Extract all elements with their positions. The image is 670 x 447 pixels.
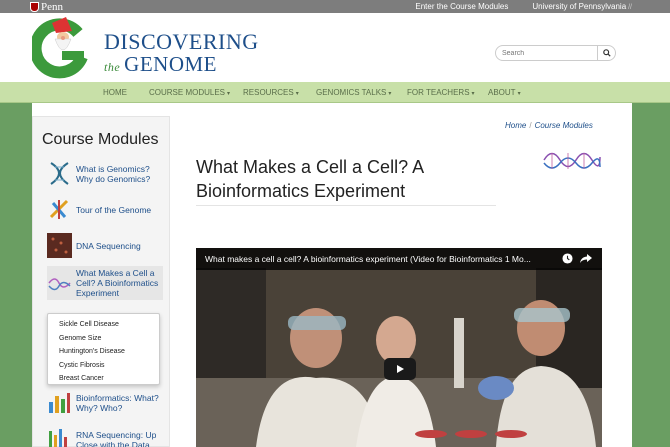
breadcrumb-home[interactable]: Home (505, 121, 526, 130)
page-title: What Makes a Cell a Cell? A Bioinformati… (196, 157, 424, 201)
search-input[interactable] (502, 47, 596, 59)
nav-for-teachers[interactable]: FOR TEACHERS ▾ (407, 82, 475, 103)
nav-genomics-talks-label: GENOMICS TALKS (316, 88, 387, 97)
nav-course-modules[interactable]: COURSE MODULES ▾ (149, 82, 230, 103)
external-arrow-icon: // (626, 4, 632, 11)
video-frame-image (196, 248, 602, 447)
module-what-makes-a-cell[interactable]: What Makes a Cell a Cell? A Bioinformati… (47, 266, 163, 300)
site-header: DISCOVERING the GENOME (0, 13, 670, 82)
nav-resources[interactable]: RESOURCES ▾ (243, 82, 299, 103)
module-submenu: Sickle Cell Disease Genome Size Huntingt… (47, 313, 160, 385)
caret-down-icon: ▾ (471, 91, 475, 97)
breadcrumb-current[interactable]: Course Modules (535, 121, 593, 130)
chromosome-icon (49, 199, 69, 219)
module-label: Tour of the Genome (76, 204, 152, 215)
course-modules-sidebar: Course Modules What is Genomics? Why do … (32, 116, 170, 447)
enter-course-modules-link[interactable]: Enter the Course Modules (415, 2, 508, 11)
search-box (495, 45, 616, 61)
video-play-button[interactable] (384, 358, 416, 380)
main-nav: HOME COURSE MODULES ▾ RESOURCES ▾ GENOMICS… (0, 82, 670, 103)
penn-logo[interactable]: Penn (30, 0, 63, 13)
module-label: What is Genomics? Why do Genomics? (76, 163, 151, 184)
nav-about[interactable]: ABOUT ▾ (488, 82, 521, 103)
bioinformatics-chart-icon (49, 393, 70, 413)
share-arrow-icon[interactable] (580, 253, 592, 264)
brand-line2-wrap: the GENOME (104, 53, 259, 78)
university-of-pennsylvania-link[interactable]: University of Pennsylvania // (532, 2, 632, 11)
module-what-is-genomics[interactable]: What is Genomics? Why do Genomics? (47, 161, 163, 186)
penn-shield-icon (30, 1, 39, 12)
nav-resources-label: RESOURCES (243, 88, 294, 97)
caret-down-icon: ▾ (388, 91, 392, 97)
top-utility-bar: Penn Enter the Course Modules University… (0, 0, 670, 13)
nav-home-label: HOME (103, 88, 127, 97)
brand-line1: DISCOVERING (104, 29, 259, 54)
module-dna-sequencing[interactable]: DNA Sequencing (47, 233, 163, 258)
search-icon (602, 49, 611, 57)
nav-about-label: ABOUT (488, 88, 516, 97)
module-rna-sequencing[interactable]: RNA Sequencing: Up Close with the Data (47, 427, 163, 447)
breadcrumb-separator: / (529, 121, 532, 130)
submenu-item-huntingtons[interactable]: Huntington's Disease (48, 345, 159, 359)
search-button[interactable] (597, 45, 615, 61)
main-content: Course Modules What is Genomics? Why do … (32, 103, 632, 447)
play-icon (397, 365, 404, 373)
sequencing-gel-icon (47, 233, 72, 258)
nav-course-modules-label: COURSE MODULES (149, 88, 226, 97)
sidebar-title: Course Modules (42, 131, 159, 148)
watch-later-clock-icon[interactable] (562, 253, 573, 264)
brand-the: the (104, 60, 121, 74)
module-label: RNA Sequencing: Up Close with the Data (76, 429, 157, 447)
dna-helix-icon (50, 162, 69, 185)
module-label: DNA Sequencing (76, 240, 141, 251)
module-label: Bioinformatics: What? Why? Who? (76, 392, 159, 413)
top-links: Enter the Course Modules University of P… (415, 0, 632, 13)
title-divider (196, 205, 496, 206)
submenu-item-breast-cancer[interactable]: Breast Cancer (48, 372, 159, 386)
site-brand[interactable]: DISCOVERING the GENOME (104, 31, 259, 78)
video-title[interactable]: What makes a cell a cell? A bioinformati… (205, 254, 560, 264)
nav-home[interactable]: HOME (103, 82, 127, 103)
module-bioinformatics-what-why-who[interactable]: Bioinformatics: What? Why? Who? (47, 390, 163, 415)
breadcrumb: Home / Course Modules (505, 121, 593, 130)
caret-down-icon: ▾ (227, 91, 231, 97)
submenu-item-cystic-fibrosis[interactable]: Cystic Fibrosis (48, 359, 159, 373)
caret-down-icon: ▾ (517, 91, 521, 97)
video-player[interactable]: What makes a cell a cell? A bioinformati… (196, 248, 602, 447)
gnome-g-logo-icon[interactable] (32, 17, 92, 79)
nav-for-teachers-label: FOR TEACHERS (407, 88, 470, 97)
penn-label: Penn (41, 0, 63, 13)
video-title-bar: What makes a cell a cell? A bioinformati… (196, 248, 602, 270)
rna-data-icon (49, 429, 67, 447)
submenu-item-genome-size[interactable]: Genome Size (48, 332, 159, 346)
caret-down-icon: ▾ (295, 91, 299, 97)
module-label: What Makes a Cell a Cell? A Bioinformati… (76, 268, 159, 298)
upenn-link-label: University of Pennsylvania (532, 2, 627, 11)
bioinformatics-cell-icon (48, 277, 71, 290)
module-tour-of-genome[interactable]: Tour of the Genome (47, 197, 163, 222)
dna-strand-image-icon (543, 152, 601, 169)
nav-genomics-talks[interactable]: GENOMICS TALKS ▾ (316, 82, 391, 103)
brand-line2: GENOME (124, 52, 217, 76)
submenu-item-sickle-cell[interactable]: Sickle Cell Disease (48, 318, 159, 332)
